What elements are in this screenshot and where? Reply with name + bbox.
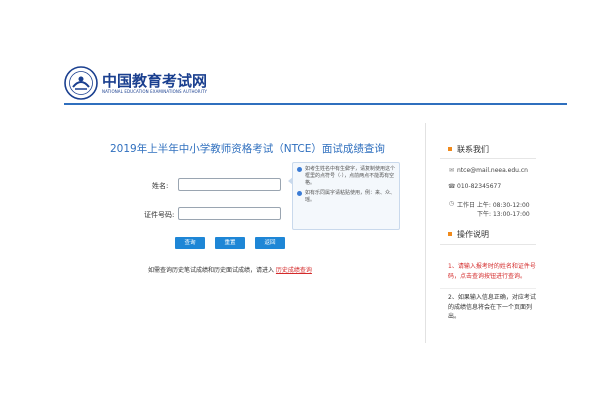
- bullet-icon: [297, 191, 302, 196]
- history-scores-link[interactable]: 历史成绩查询: [276, 267, 312, 274]
- contact-section-title: 联系我们: [448, 144, 489, 155]
- clock-icon: ◷: [448, 200, 455, 207]
- bullet-icon: [297, 167, 302, 172]
- phone-icon: ☎: [448, 183, 456, 190]
- id-number-input[interactable]: [178, 207, 281, 220]
- logo-chinese-text: 中国教育考试网: [102, 72, 208, 90]
- email-text[interactable]: ntce@mail.neea.edu.cn: [457, 167, 528, 174]
- section-divider: [440, 244, 536, 245]
- orange-square-icon: [448, 231, 452, 236]
- contact-title-text: 联系我们: [457, 145, 489, 154]
- sidebar-divider: [425, 123, 426, 343]
- input-tips-tooltip: 如考生姓名中有生僻字，请复制使用这个框里的点符号（·），点前两点不能再有空格。 …: [288, 162, 400, 230]
- instruction-step-1: 1、请输入报考时的姓名和证件号码，点击查询按钮进行查询。: [448, 263, 536, 280]
- hours-block: 工作日 上午: 08:30-12:00 下午: 13:00-17:00: [457, 200, 530, 218]
- hours-pm-value: 13:00-17:00: [492, 211, 530, 218]
- tip-item: 如考生姓名中有生僻字，请复制使用这个框里的点符号（·），点前两点不能再有空格。: [297, 166, 395, 187]
- history-notice: 如需查询历史笔试成绩和历史面试成绩，请进入 历史成绩查询: [148, 265, 312, 274]
- neea-seal-icon: [64, 66, 98, 100]
- section-divider: [440, 158, 536, 159]
- logo-english-text: NATIONAL EDUCATION EXAMINATIONS AUTHORIT…: [102, 89, 208, 94]
- name-input[interactable]: [178, 178, 281, 191]
- header-divider: [64, 103, 567, 105]
- site-logo[interactable]: 中国教育考试网 NATIONAL EDUCATION EXAMINATIONS …: [64, 66, 208, 102]
- instructions-title-text: 操作说明: [457, 230, 489, 239]
- hours-pm-label: 下午:: [477, 211, 492, 218]
- tip-item: 如有乐同属字请粘贴使用，例：来、众、瑶。: [297, 190, 395, 204]
- instructions-section-title: 操作说明: [448, 229, 489, 240]
- tip-text: 如有乐同属字请粘贴使用，例：来、众、瑶。: [305, 190, 396, 203]
- phone-text: 010-82345677: [457, 183, 502, 190]
- hours-am-value: 08:30-12:00: [492, 202, 530, 209]
- page-title: 2019年上半年中小学教师资格考试（NTCE）面试成绩查询: [110, 143, 385, 155]
- history-notice-text: 如需查询历史笔试成绩和历史面试成绩，请进入: [148, 267, 276, 274]
- back-button[interactable]: 返回: [255, 237, 285, 249]
- instruction-step-2: 2、如果输入信息正确，对应考试的成绩信息将会在下一个页面列出。: [448, 294, 536, 320]
- orange-square-icon: [448, 146, 452, 151]
- instruction-divider: [440, 288, 536, 289]
- id-number-label: 证件号码:: [144, 211, 175, 219]
- tip-text: 如考生姓名中有生僻字，请复制使用这个框里的点符号（·），点前两点不能再有空格。: [305, 166, 396, 186]
- hours-pm-row: 下午: 13:00-17:00: [457, 209, 530, 218]
- query-button[interactable]: 查询: [175, 237, 205, 249]
- hours-am-label: 工作日 上午:: [457, 202, 491, 209]
- reset-button[interactable]: 重置: [215, 237, 245, 249]
- mail-icon: ✉: [448, 167, 455, 174]
- name-label: 姓名:: [152, 182, 169, 190]
